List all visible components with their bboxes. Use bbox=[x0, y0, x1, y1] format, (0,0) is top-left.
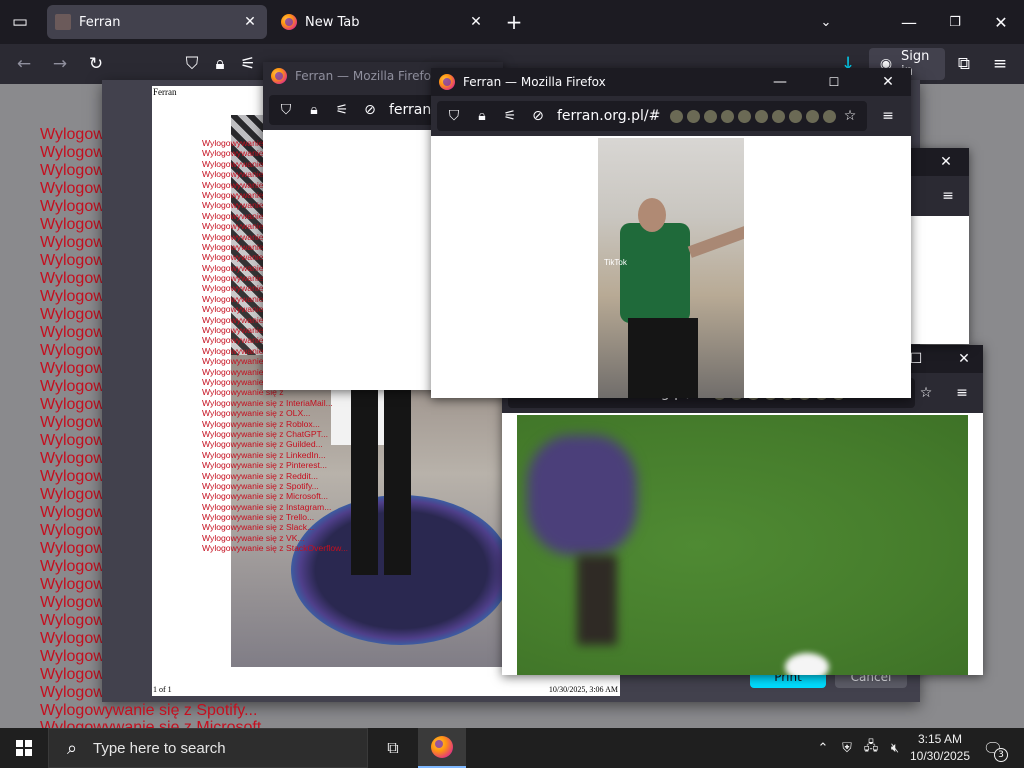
task-view-icon[interactable]: ⧉ bbox=[374, 728, 412, 768]
maximize-icon[interactable]: ☐ bbox=[811, 73, 857, 91]
start-button[interactable] bbox=[0, 728, 48, 768]
list-item: Wylogowywanie się z Instagram... bbox=[202, 501, 332, 512]
new-tab-icon[interactable]: + bbox=[502, 10, 526, 34]
background-line-spotify: Wylogowywanie się z Spotify... bbox=[40, 702, 258, 719]
close-window-icon[interactable]: ✕ bbox=[955, 350, 973, 368]
firefox-view-icon[interactable]: ▭ bbox=[8, 10, 32, 34]
list-item: Wylogowywanie się z ChatGPT... bbox=[202, 428, 329, 439]
favicon-icon bbox=[55, 14, 71, 30]
app-menu-icon[interactable]: ≡ bbox=[939, 187, 957, 205]
notification-count-badge: 3 bbox=[994, 748, 1008, 762]
popup-window-front: Ferran — Mozilla Firefox — ☐ ✕ ⛉ 🔒︎ ⚟ ⊘ … bbox=[431, 68, 911, 398]
bookmark-star-icon[interactable]: ☆ bbox=[841, 107, 859, 125]
extensions-icon[interactable]: ⧉ bbox=[952, 52, 976, 76]
list-item: Wylogowywanie się z InteriaMail... bbox=[202, 397, 333, 408]
list-item: Wylogowywanie się z Guilded... bbox=[202, 439, 323, 450]
system-clock[interactable]: 3:15 AM 10/30/2025 bbox=[905, 731, 975, 765]
close-tab-icon[interactable]: ✕ bbox=[241, 13, 259, 31]
taskbar: ⌕ Type here to search ⧉ ⌃ ⛨ 🖧︎ 🔇︎ 3:15 A… bbox=[0, 728, 1024, 768]
list-item: Wylogowywanie się z LinkedIn... bbox=[202, 449, 326, 460]
shield-icon: ⛉ bbox=[448, 108, 460, 124]
clock-date: 10/30/2025 bbox=[909, 749, 971, 763]
tab-title: New Tab bbox=[305, 14, 360, 30]
taskbar-firefox[interactable] bbox=[418, 728, 466, 768]
firefox-logo-icon bbox=[281, 14, 297, 30]
address-field[interactable]: ⛉ 🔒︎ ⚟ ⊘ ferran.org.pl/# ☆ bbox=[437, 101, 867, 131]
lock-icon[interactable]: 🔒︎ bbox=[208, 52, 232, 76]
permissions-icon: ⚟ bbox=[335, 102, 349, 118]
tab-ferran[interactable]: Ferran ✕ bbox=[47, 5, 267, 39]
url-bar: ⛉ 🔒︎ ⚟ ⊘ ferran.org.pl/# ☆ ≡ bbox=[431, 96, 911, 136]
firefox-logo-icon bbox=[271, 68, 287, 84]
window-titlebar: ✕ bbox=[905, 148, 969, 176]
window-title: Ferran — Mozilla Firefox bbox=[463, 75, 606, 89]
show-hidden-icons-icon[interactable]: ⌃ bbox=[812, 728, 834, 768]
app-menu-icon[interactable]: ≡ bbox=[988, 52, 1012, 76]
lock-icon: 🔒︎ bbox=[310, 102, 318, 118]
lock-icon: 🔒︎ bbox=[478, 108, 486, 124]
list-tabs-chevron-icon[interactable]: ⌄ bbox=[814, 10, 838, 34]
firefox-logo-icon bbox=[439, 74, 455, 90]
tab-bar: ▭ Ferran ✕ New Tab ✕ + ⌄ — ❐ ✕ bbox=[0, 0, 1024, 44]
list-item: Wylogowywanie się z Pinterest... bbox=[202, 460, 328, 471]
autoplay-blocked-icon: ⊘ bbox=[532, 108, 544, 124]
taskbar-search[interactable]: ⌕ Type here to search bbox=[48, 728, 368, 768]
volume-muted-icon[interactable]: 🔇︎ bbox=[884, 728, 906, 768]
list-item: Wylogowywanie się z OLX... bbox=[202, 408, 311, 419]
permissions-icon: ⚟ bbox=[503, 108, 517, 124]
url-bar: ≡ bbox=[905, 176, 969, 216]
reload-icon[interactable]: ↻ bbox=[84, 52, 108, 76]
emoji-string bbox=[670, 109, 837, 123]
list-item: Wylogowywanie się z Microsoft... bbox=[202, 491, 329, 502]
minimize-icon[interactable]: — bbox=[757, 73, 803, 91]
search-placeholder: Type here to search bbox=[93, 739, 226, 757]
restore-icon[interactable]: ❐ bbox=[932, 0, 978, 44]
page-header: Ferran bbox=[153, 87, 177, 97]
search-icon: ⌕ bbox=[66, 737, 78, 758]
close-window-icon[interactable]: ✕ bbox=[937, 153, 955, 171]
close-window-icon[interactable]: ✕ bbox=[865, 73, 911, 91]
list-item: Wylogowywanie się z Spotify... bbox=[202, 480, 319, 491]
bookmark-star-icon[interactable]: ☆ bbox=[917, 384, 935, 402]
close-window-icon[interactable]: ✕ bbox=[978, 0, 1024, 44]
back-icon[interactable]: ← bbox=[12, 52, 36, 76]
minimize-icon[interactable]: — bbox=[886, 0, 932, 44]
autoplay-blocked-icon: ⊘ bbox=[364, 102, 376, 118]
background-line-microsoft: Wylogowywanie się z Microsoft... bbox=[40, 719, 275, 728]
windows-logo-icon bbox=[16, 740, 32, 756]
clock-time: 3:15 AM bbox=[917, 732, 963, 746]
security-icon[interactable]: ⛨ bbox=[836, 728, 858, 768]
print-date: 10/30/2025, 3:06 AM bbox=[548, 685, 618, 694]
app-menu-icon[interactable]: ≡ bbox=[953, 384, 971, 402]
firefox-logo-icon bbox=[431, 736, 453, 758]
window-title: Ferran — Mozilla Firefox bbox=[295, 69, 438, 83]
shield-icon[interactable]: ⛉ bbox=[180, 52, 204, 76]
list-item: Wylogowywanie się z Reddit... bbox=[202, 470, 318, 481]
list-item: Wylogowywanie się z Roblox... bbox=[202, 418, 320, 429]
tab-new-tab[interactable]: New Tab ✕ bbox=[273, 5, 493, 39]
close-tab-icon[interactable]: ✕ bbox=[467, 13, 485, 31]
forward-icon[interactable]: → bbox=[48, 52, 72, 76]
soccer-video[interactable] bbox=[517, 415, 968, 675]
url-text: ferran.org.pl/# bbox=[557, 108, 661, 124]
window-titlebar: Ferran — Mozilla Firefox — ☐ ✕ bbox=[431, 68, 911, 96]
shield-icon: ⛉ bbox=[280, 102, 292, 118]
list-item: Wylogowywanie się z VK... bbox=[202, 532, 305, 543]
tiktok-video[interactable]: TikTok bbox=[598, 138, 744, 398]
permissions-icon[interactable]: ⚟ bbox=[236, 52, 260, 76]
list-item: Wylogowywanie się z StackOverflow... bbox=[202, 543, 349, 554]
tiktok-watermark: TikTok bbox=[604, 258, 627, 267]
list-item: Wylogowywanie się z Slack... bbox=[202, 522, 315, 533]
app-menu-icon[interactable]: ≡ bbox=[879, 107, 897, 125]
list-item: Wylogowywanie się z Trello... bbox=[202, 512, 315, 523]
network-icon[interactable]: 🖧︎ bbox=[860, 728, 882, 768]
tab-title: Ferran bbox=[79, 14, 121, 30]
page-number: 1 of 1 bbox=[153, 685, 172, 694]
popup-window-partial: ✕ ≡ bbox=[905, 148, 969, 344]
